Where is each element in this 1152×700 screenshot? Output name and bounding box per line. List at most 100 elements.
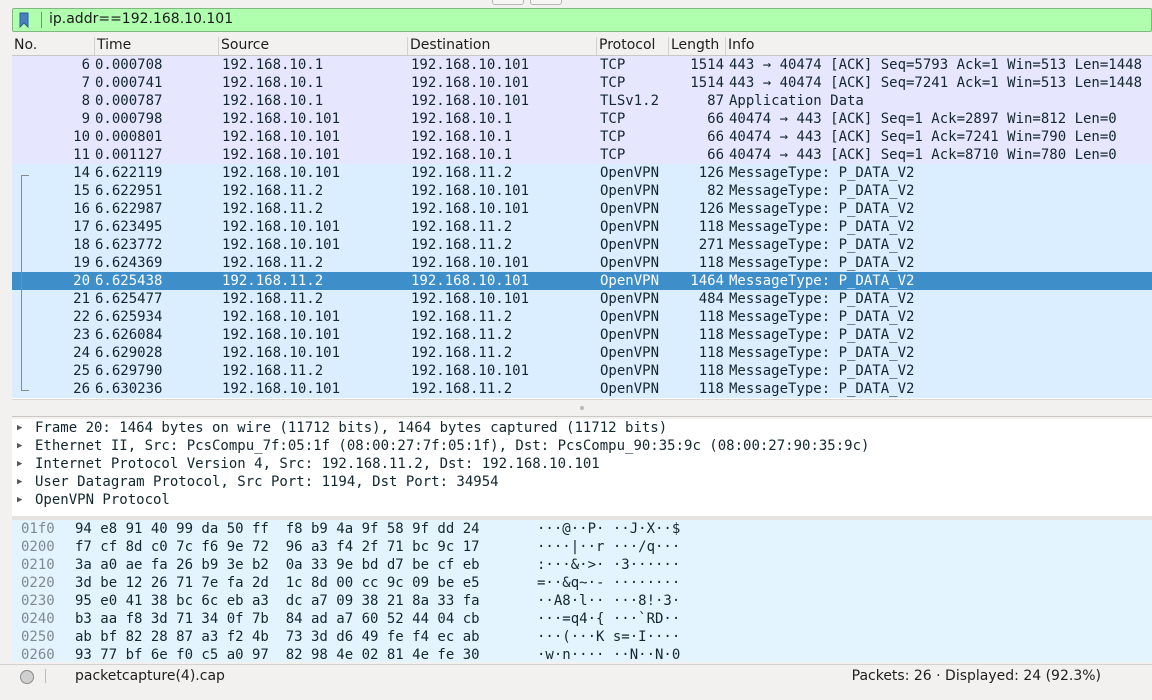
status-separator (45, 669, 46, 683)
cell-time: 6.622951 (95, 183, 163, 199)
cell-no: 20 (73, 273, 90, 289)
cell-src: 192.168.11.2 (222, 255, 324, 271)
expert-info-icon[interactable] (20, 670, 34, 684)
packet-row[interactable]: 26 6.630236 192.168.10.101 192.168.11.2 Open… (12, 380, 1152, 398)
expand-arrow-icon[interactable]: ▶ (17, 455, 22, 473)
column-destination[interactable]: Destination (408, 37, 597, 55)
cell-no: 24 (73, 345, 90, 361)
cell-time: 6.625438 (95, 273, 163, 289)
cell-time: 6.629028 (95, 345, 163, 361)
expand-arrow-icon[interactable]: ▶ (17, 419, 22, 437)
cell-dst: 192.168.10.1 (411, 129, 513, 145)
hex-row[interactable]: 0240 b3 aa f8 3d 71 34 0f 7b 84 ad a7 60 … (12, 610, 1152, 628)
cell-no: 26 (73, 381, 90, 397)
detail-row-ip[interactable]: ▶ Internet Protocol Version 4, Src: 192.1… (12, 455, 1152, 473)
cell-info: MessageType: P_DATA_V2 (729, 309, 915, 325)
pane-splitter[interactable] (12, 399, 1152, 417)
cell-len: 118 (698, 345, 724, 361)
cell-src: 192.168.11.2 (222, 363, 324, 379)
cell-info: MessageType: P_DATA_V2 (729, 183, 915, 199)
detail-row-openvpn[interactable]: ▶ OpenVPN Protocol (12, 491, 1152, 509)
detail-row-udp[interactable]: ▶ User Datagram Protocol, Src Port: 1194,… (12, 473, 1152, 491)
cell-info: 40474 → 443 [ACK] Seq=1 Ack=8710 Win=780… (729, 147, 1117, 163)
packet-row-selected[interactable]: 20 6.625438 192.168.11.2 192.168.10.101 Open… (12, 272, 1152, 290)
packet-row[interactable]: 8 0.000787 192.168.10.1 192.168.10.101 TLSv1… (12, 92, 1152, 110)
packet-row[interactable]: 16 6.622987 192.168.11.2 192.168.10.101 Open… (12, 200, 1152, 218)
packet-row[interactable]: 21 6.625477 192.168.11.2 192.168.10.101 Open… (12, 290, 1152, 308)
column-no[interactable]: No. (12, 37, 95, 55)
cell-src: 192.168.10.101 (222, 381, 341, 397)
packet-details[interactable]: ▶ Frame 20: 1464 bytes on wire (11712 bit… (12, 419, 1152, 516)
cell-info: 40474 → 443 [ACK] Seq=1 Ack=2897 Win=812… (729, 111, 1117, 127)
cell-no: 25 (73, 363, 90, 379)
cell-len: 1514 (690, 75, 724, 91)
cell-time: 6.629790 (95, 363, 163, 379)
cell-no: 19 (73, 255, 90, 271)
display-filter-bar[interactable]: ip.addr==192.168.10.101 (12, 8, 1152, 32)
cell-dst: 192.168.10.101 (411, 291, 530, 307)
packet-row[interactable]: 6 0.000708 192.168.10.1 192.168.10.101 TCP 15… (12, 56, 1152, 74)
toolbar-button[interactable] (530, 0, 562, 5)
hex-row[interactable]: 0200 f7 cf 8d c0 7c f6 9e 72 96 a3 f4 2f … (12, 538, 1152, 556)
hex-row[interactable]: 0230 95 e0 41 38 bc 6c eb a3 dc a7 09 38 … (12, 592, 1152, 610)
cell-no: 14 (73, 165, 90, 181)
cell-proto: OpenVPN (600, 309, 660, 325)
cell-info: 443 → 40474 [ACK] Seq=7241 Ack=1 Win=513… (729, 75, 1143, 91)
cell-dst: 192.168.10.101 (411, 201, 530, 217)
cell-src: 192.168.10.1 (222, 93, 324, 109)
detail-row-ethernet[interactable]: ▶ Ethernet II, Src: PcsCompu_7f:05:1f (08… (12, 437, 1152, 455)
hex-row[interactable]: 0250 ab bf 82 28 87 a3 f2 4b 73 3d d6 49 … (12, 628, 1152, 646)
bookmark-icon[interactable] (17, 12, 31, 28)
hex-row[interactable]: 0210 3a a0 ae fa 26 b9 3e b2 0a 33 9e bd … (12, 556, 1152, 574)
packet-row[interactable]: 17 6.623495 192.168.10.101 192.168.11.2 Open… (12, 218, 1152, 236)
hex-row[interactable]: 0260 93 77 bf 6e f0 c5 a0 97 82 98 4e 02 … (12, 646, 1152, 662)
column-source[interactable]: Source (219, 37, 408, 55)
cell-info: MessageType: P_DATA_V2 (729, 255, 915, 271)
packet-row[interactable]: 7 0.000741 192.168.10.1 192.168.10.101 TCP 15… (12, 74, 1152, 92)
expand-arrow-icon[interactable]: ▶ (17, 437, 22, 455)
hex-row[interactable]: 0220 3d be 12 26 71 7e fa 2d 1c 8d 00 cc … (12, 574, 1152, 592)
packet-row[interactable]: 22 6.625934 192.168.10.101 192.168.11.2 Open… (12, 308, 1152, 326)
cell-time: 0.000801 (95, 129, 163, 145)
column-length[interactable]: Length (669, 37, 726, 55)
cell-time: 6.625477 (95, 291, 163, 307)
packet-row[interactable]: 11 0.001127 192.168.10.101 192.168.10.1 TCP 6… (12, 146, 1152, 164)
toolbar-button[interactable] (492, 0, 524, 5)
packet-bytes[interactable]: 01f0 94 e8 91 40 99 da 50 ff f8 b9 4a 9f … (12, 520, 1152, 662)
cell-proto: OpenVPN (600, 327, 660, 343)
packet-row[interactable]: 19 6.624369 192.168.11.2 192.168.10.101 Open… (12, 254, 1152, 272)
packet-row[interactable]: 24 6.629028 192.168.10.101 192.168.11.2 Open… (12, 344, 1152, 362)
packet-row[interactable]: 10 0.000801 192.168.10.101 192.168.10.1 TCP 6… (12, 128, 1152, 146)
cell-no: 18 (73, 237, 90, 253)
cell-proto: OpenVPN (600, 291, 660, 307)
packet-row[interactable]: 14 6.622119 192.168.10.101 192.168.11.2 Open… (12, 164, 1152, 182)
packet-list[interactable]: No. Time Source Destination Protocol Len… (12, 37, 1152, 399)
expand-arrow-icon[interactable]: ▶ (17, 473, 22, 491)
cell-src: 192.168.10.101 (222, 345, 341, 361)
column-protocol[interactable]: Protocol (597, 37, 669, 55)
splitter-grip[interactable] (580, 406, 584, 410)
packet-row[interactable]: 9 0.000798 192.168.10.101 192.168.10.1 TCP 66… (12, 110, 1152, 128)
cell-dst: 192.168.11.2 (411, 327, 513, 343)
cell-dst: 192.168.11.2 (411, 381, 513, 397)
cell-proto: TLSv1.2 (600, 93, 660, 109)
column-time[interactable]: Time (95, 37, 219, 55)
cell-info: MessageType: P_DATA_V2 (729, 237, 915, 253)
packet-row[interactable]: 18 6.623772 192.168.10.101 192.168.11.2 Open… (12, 236, 1152, 254)
packet-row[interactable]: 23 6.626084 192.168.10.101 192.168.11.2 Open… (12, 326, 1152, 344)
hex-row[interactable]: 01f0 94 e8 91 40 99 da 50 ff f8 b9 4a 9f … (12, 520, 1152, 538)
cell-time: 0.001127 (95, 147, 163, 163)
expand-arrow-icon[interactable]: ▶ (17, 491, 22, 509)
packet-row[interactable]: 15 6.622951 192.168.11.2 192.168.10.101 Open… (12, 182, 1152, 200)
cell-info: MessageType: P_DATA_V2 (729, 273, 915, 289)
detail-row-frame[interactable]: ▶ Frame 20: 1464 bytes on wire (11712 bit… (12, 419, 1152, 437)
cell-no: 23 (73, 327, 90, 343)
cell-dst: 192.168.11.2 (411, 345, 513, 361)
cell-src: 192.168.10.101 (222, 309, 341, 325)
packet-row[interactable]: 25 6.629790 192.168.11.2 192.168.10.101 Open… (12, 362, 1152, 380)
cell-src: 192.168.11.2 (222, 291, 324, 307)
column-info[interactable]: Info (726, 37, 1152, 55)
cell-dst: 192.168.10.101 (411, 273, 530, 289)
display-filter-input[interactable]: ip.addr==192.168.10.101 (49, 11, 233, 27)
cell-proto: OpenVPN (600, 345, 660, 361)
